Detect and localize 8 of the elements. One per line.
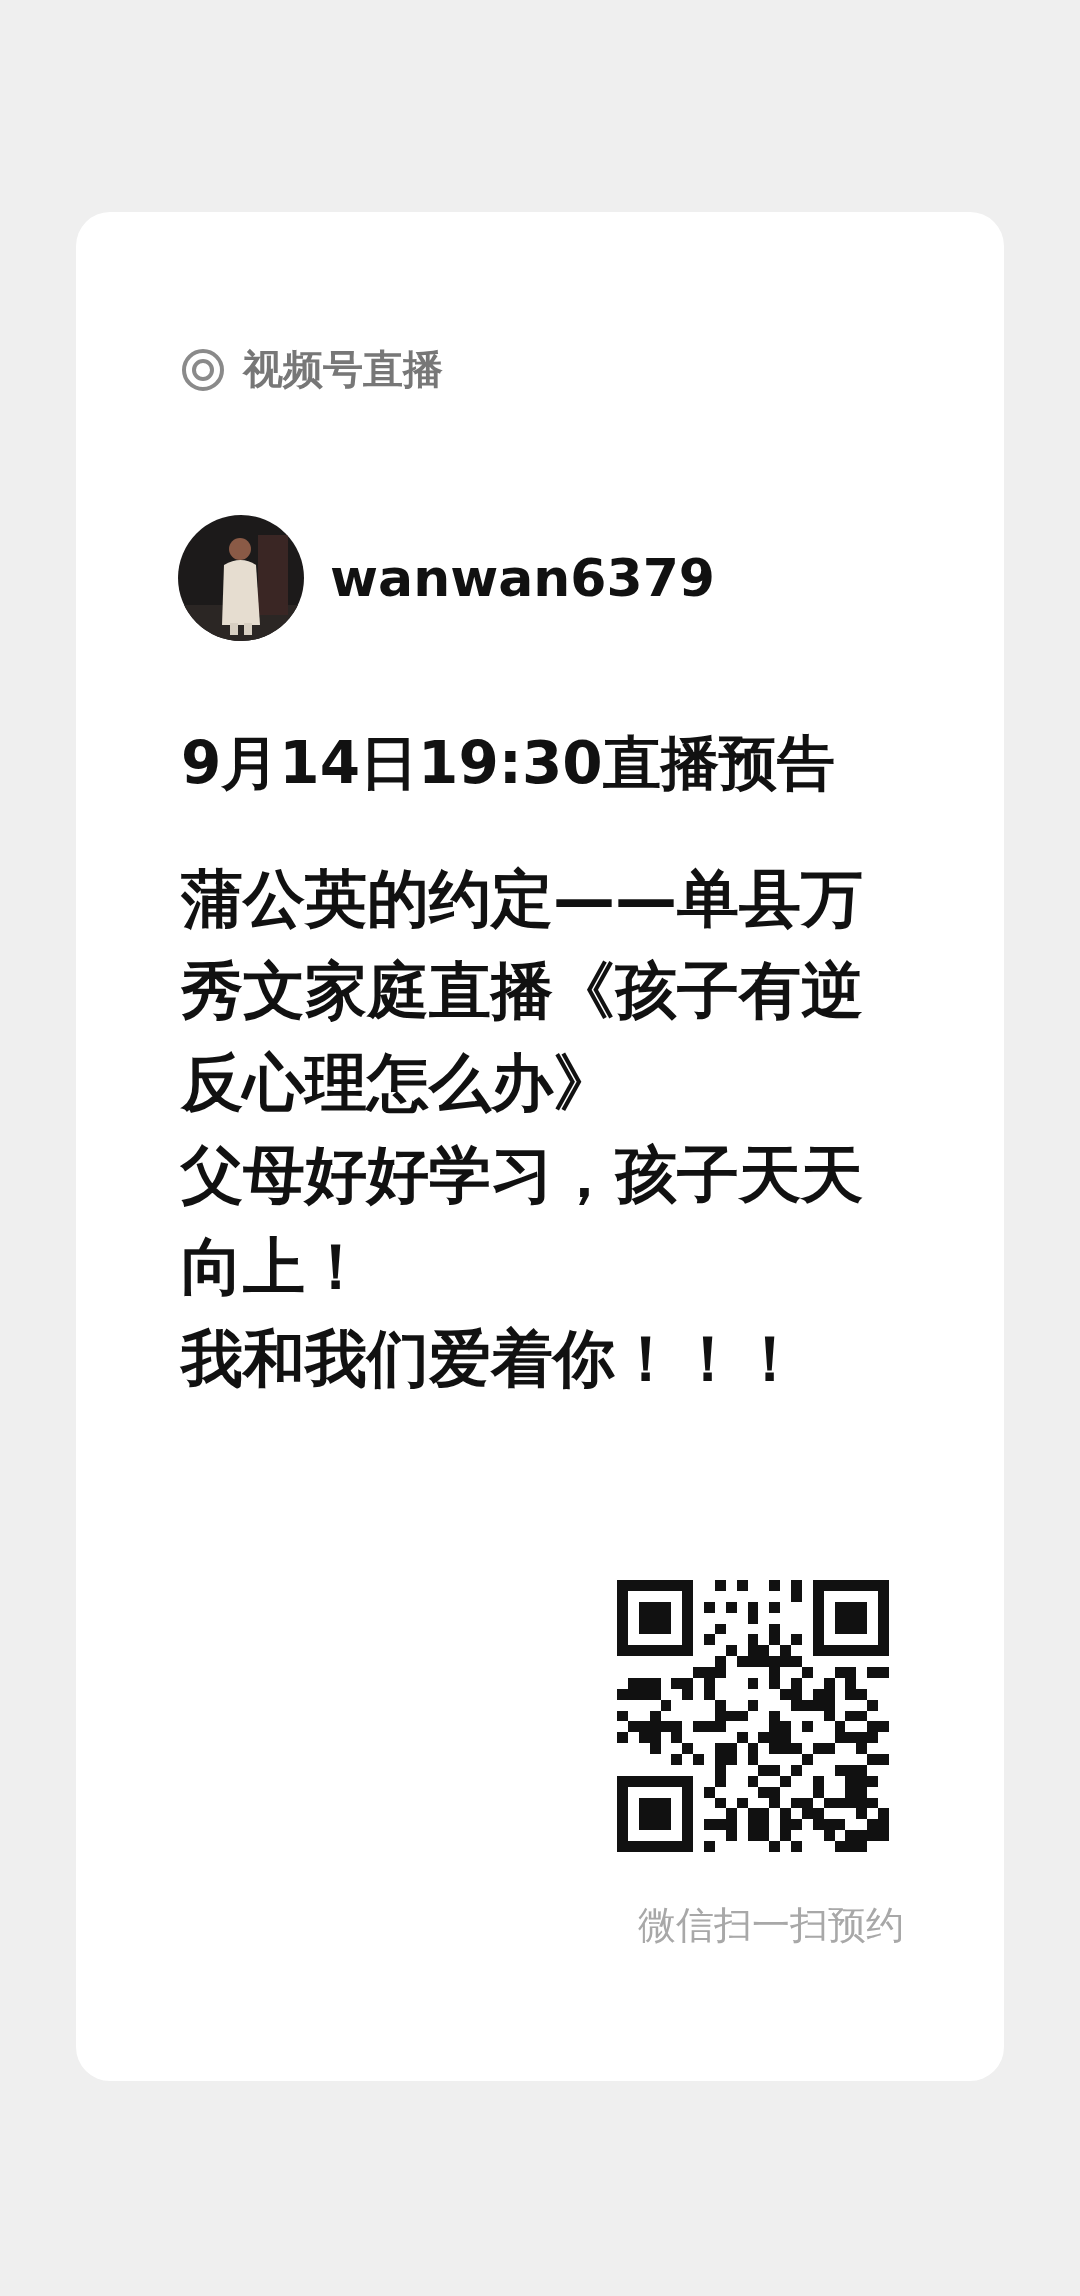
author-name: wanwan6379 (330, 548, 716, 608)
live-title: 9月14日19:30直播预告 (181, 728, 836, 799)
description-text: 蒲公英的约定——单县万秀文家庭直播《孩子有逆反心理怎么办》 (181, 861, 864, 1121)
header-label: 视频号直播 (243, 345, 443, 394)
description-text: 我和我们爱着你！！！ (181, 1321, 802, 1397)
description-text: 父母好好学习，孩子天天向上！ (181, 1137, 864, 1305)
live-icon (181, 347, 225, 392)
qr-caption: 微信扫一扫预约 (638, 1902, 904, 1949)
